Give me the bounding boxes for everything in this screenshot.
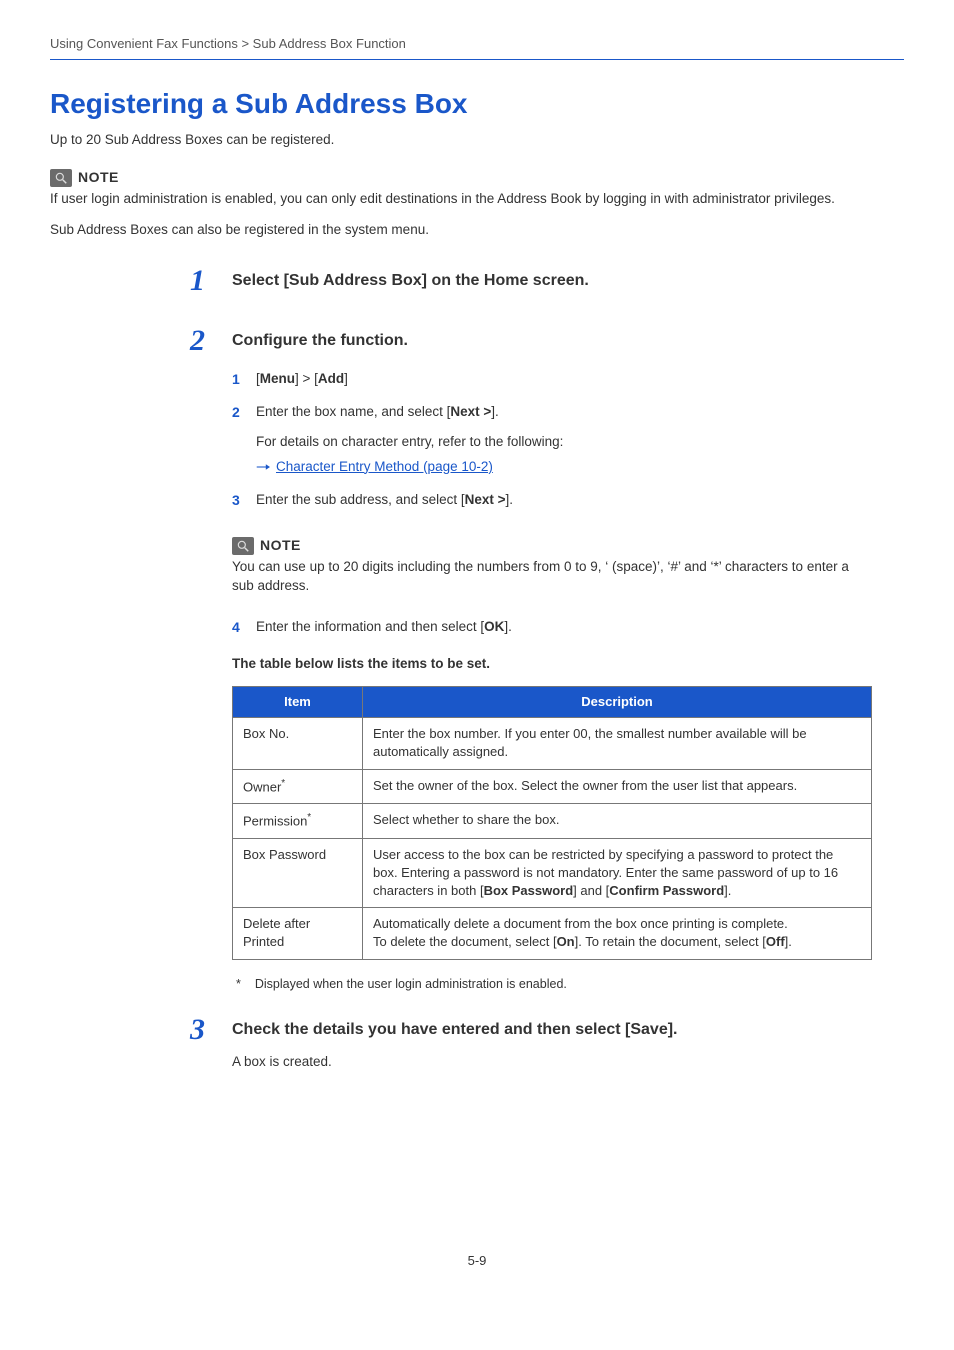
step-3: 3 Check the details you have entered and… <box>190 1019 904 1045</box>
substep-3-text: Enter the sub address, and select [Next … <box>256 491 904 511</box>
step-2-title: Configure the function. <box>232 330 408 352</box>
footnote-star: * <box>236 976 241 994</box>
substep-2-text: Enter the box name, and select [Next >]. <box>256 403 904 423</box>
substep-3: 3 Enter the sub address, and select [Nex… <box>232 491 904 511</box>
substep-1-text: [Menu] > [Add] <box>256 370 904 390</box>
step-2-number: 2 <box>190 326 216 356</box>
inner-note-body: You can use up to 20 digits including th… <box>232 558 852 596</box>
cell-desc: Select whether to share the box. <box>363 804 872 839</box>
t: Confirm Password <box>609 883 724 898</box>
inner-note-label: NOTE <box>260 536 301 556</box>
step-2-body: 1 [Menu] > [Add] 2 Enter the box name, a… <box>232 370 904 993</box>
sup: * <box>281 778 285 789</box>
substep-2-num: 2 <box>232 403 246 423</box>
substep-2-detail: For details on character entry, refer to… <box>256 433 904 452</box>
note-body-1b: Sub Address Boxes can also be registered… <box>50 221 904 240</box>
cell-item: Delete after Printed <box>243 916 310 949</box>
step-3-number: 3 <box>190 1015 216 1045</box>
t: Add <box>318 371 344 386</box>
t: Enter the sub address, and select [ <box>256 492 465 507</box>
substep-2: 2 Enter the box name, and select [Next >… <box>232 403 904 423</box>
step-1-number: 1 <box>190 266 216 296</box>
arrow-icon <box>256 462 270 472</box>
t: ]. <box>504 619 512 634</box>
cell-desc: Set the owner of the box. Select the own… <box>363 769 872 804</box>
intro-text: Up to 20 Sub Address Boxes can be regist… <box>50 131 904 150</box>
footnote-text: Displayed when the user login administra… <box>255 976 567 994</box>
t: Next > <box>450 404 491 419</box>
step-3-title: Check the details you have entered and t… <box>232 1019 677 1041</box>
note-label: NOTE <box>78 168 119 188</box>
t: Next > <box>465 492 506 507</box>
cell-desc: Enter the box number. If you enter 00, t… <box>363 718 872 769</box>
items-table: Item Description Box No. Enter the box n… <box>232 686 872 960</box>
page-number: 5-9 <box>50 1252 904 1270</box>
table-row: Delete after Printed Automatically delet… <box>233 908 872 959</box>
t: Enter the information and then select [ <box>256 619 484 634</box>
inner-note: NOTE You can use up to 20 digits includi… <box>232 536 904 595</box>
step-3-body: A box is created. <box>232 1053 904 1072</box>
note-icon <box>50 169 72 187</box>
table-footnote: * Displayed when the user login administ… <box>236 976 904 994</box>
cell-desc: Automatically delete a document from the… <box>363 908 872 959</box>
table-row: Box Password User access to the box can … <box>233 838 872 908</box>
t: OK <box>484 619 504 634</box>
t: Menu <box>260 371 295 386</box>
page-title: Registering a Sub Address Box <box>50 84 904 123</box>
substep-4-text: Enter the information and then select [O… <box>256 618 904 638</box>
link-row: Character Entry Method (page 10-2) <box>256 458 904 477</box>
substep-1-num: 1 <box>232 370 246 390</box>
sup: * <box>307 812 311 823</box>
step-1: 1 Select [Sub Address Box] on the Home s… <box>190 270 904 296</box>
step-1-title: Select [Sub Address Box] on the Home scr… <box>232 270 589 292</box>
t: Off <box>766 934 785 949</box>
note-body-1a: If user login administration is enabled,… <box>50 190 904 209</box>
t: ] <box>344 371 348 386</box>
step-2: 2 Configure the function. <box>190 330 904 356</box>
cell-item: Owner <box>243 779 281 794</box>
substep-1: 1 [Menu] > [Add] <box>232 370 904 390</box>
t: ] > [ <box>295 371 318 386</box>
cell-item: Box No. <box>243 726 289 741</box>
t: ]. <box>506 492 514 507</box>
table-caption: The table below lists the items to be se… <box>232 655 904 674</box>
table-row: Permission* Select whether to share the … <box>233 804 872 839</box>
substep-3-num: 3 <box>232 491 246 511</box>
t: ]. <box>724 883 731 898</box>
character-entry-link[interactable]: Character Entry Method (page 10-2) <box>276 458 493 477</box>
table-row: Box No. Enter the box number. If you ent… <box>233 718 872 769</box>
note-block-1: NOTE If user login administration is ena… <box>50 168 904 239</box>
t: Enter the box name, and select [ <box>256 404 450 419</box>
th-desc: Description <box>363 687 872 718</box>
t: Box Password <box>484 883 574 898</box>
substep-4-num: 4 <box>232 618 246 638</box>
cell-desc: User access to the box can be restricted… <box>363 838 872 908</box>
t: ] and [ <box>573 883 609 898</box>
t: ]. <box>785 934 792 949</box>
cell-item: Permission <box>243 813 307 828</box>
breadcrumb: Using Convenient Fax Functions > Sub Add… <box>50 35 904 57</box>
header-divider <box>50 59 904 60</box>
cell-item: Box Password <box>243 847 326 862</box>
note-icon <box>232 537 254 555</box>
t: ]. <box>491 404 499 419</box>
t: On <box>557 934 575 949</box>
table-row: Owner* Set the owner of the box. Select … <box>233 769 872 804</box>
substep-4: 4 Enter the information and then select … <box>232 618 904 638</box>
th-item: Item <box>233 687 363 718</box>
t: ]. To retain the document, select [ <box>575 934 766 949</box>
